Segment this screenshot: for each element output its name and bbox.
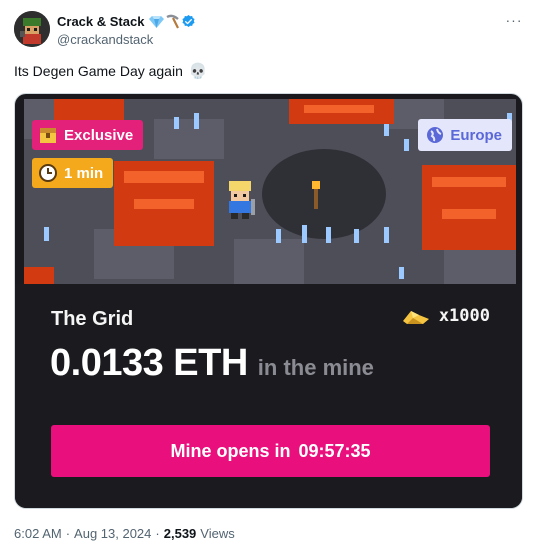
post-text: Its Degen Game Day again 💀 — [14, 62, 208, 80]
prize-suffix: in the mine — [257, 355, 374, 380]
post-meta: 6:02 AM · Aug 13, 2024 · 2,539 Views — [14, 526, 235, 541]
diamond-emoji-icon — [149, 15, 165, 28]
prize-amount: 0.0133 ETH — [50, 342, 248, 384]
views-count: 2,539 — [163, 526, 197, 541]
meta-separator: · — [155, 526, 160, 541]
multiplier: x1000 — [401, 306, 490, 326]
cta-timer: 09:57:35 — [298, 440, 371, 461]
post-time[interactable]: 6:02 AM — [14, 526, 62, 541]
meta-separator: · — [65, 526, 71, 541]
game-scene-image: Exclusive 1 min Europe — [24, 99, 516, 284]
mine-opens-button[interactable]: Mine opens in 09:57:35 — [51, 425, 490, 477]
post-date[interactable]: Aug 13, 2024 — [74, 526, 151, 541]
game-name: The Grid — [51, 308, 134, 330]
prize-pool: 0.0133 ETH in the mine — [50, 342, 374, 385]
clock-icon — [39, 164, 57, 182]
region-badge: Europe — [418, 119, 512, 151]
author-name[interactable]: Crack & Stack — [57, 14, 144, 29]
exclusive-label: Exclusive — [64, 126, 134, 144]
card-body: The Grid x1000 0.0133 ETH in the mine Mi… — [15, 284, 522, 508]
avatar[interactable] — [14, 11, 50, 47]
treasure-chest-icon — [40, 128, 56, 143]
post-header: Crack & Stack @crackandstack ··· — [14, 11, 524, 49]
cta-prefix: Mine opens in — [170, 440, 291, 461]
verified-badge-icon — [182, 14, 196, 27]
game-card[interactable]: Exclusive 1 min Europe The Grid x1000 0.… — [14, 93, 523, 509]
post-text-body: Its Degen Game Day again — [14, 63, 183, 79]
duration-label: 1 min — [64, 164, 104, 182]
duration-badge: 1 min — [32, 158, 114, 188]
gold-nugget-icon — [402, 311, 429, 324]
exclusive-badge: Exclusive — [32, 120, 144, 150]
author-handle[interactable]: @crackandstack — [57, 32, 196, 47]
pixel-character-avatar-icon — [14, 11, 50, 47]
more-options-button[interactable]: ··· — [504, 11, 524, 29]
globe-icon — [427, 127, 444, 143]
region-label: Europe — [450, 126, 502, 144]
skull-emoji-icon: 💀 — [188, 63, 208, 80]
multiplier-value: x1000 — [438, 306, 490, 326]
pickaxe-emoji-icon — [166, 14, 180, 28]
views-label: Views — [200, 526, 235, 541]
